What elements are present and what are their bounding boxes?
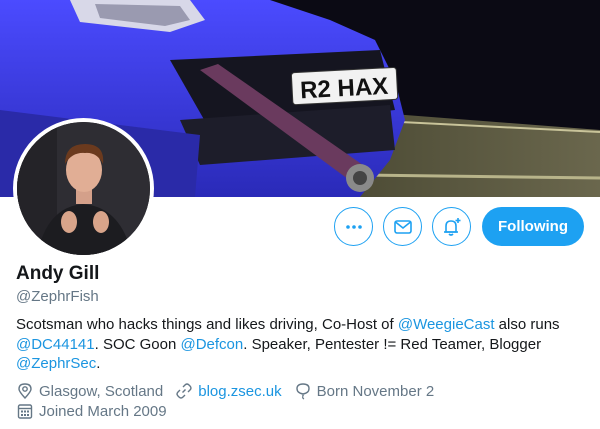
bell-plus-icon	[443, 217, 460, 236]
profile-meta-row: Joined March 2009	[16, 402, 179, 420]
birthday-text: Born November 2	[316, 382, 435, 400]
link-icon	[176, 383, 192, 399]
location-pin-icon	[18, 383, 32, 400]
location-text: Glasgow, Scotland	[39, 382, 164, 400]
joined-item: Joined March 2009	[16, 402, 167, 420]
profile-handle: @ZephrFish	[16, 288, 99, 305]
joined-text: Joined March 2009	[39, 402, 167, 420]
profile-name: Andy Gill	[16, 263, 100, 284]
notifications-button[interactable]	[432, 207, 471, 246]
birthday-item: Born November 2	[294, 382, 435, 400]
calendar-icon	[17, 404, 33, 419]
bio-text: . SOC Goon	[94, 335, 181, 353]
number-plate-text: R2 HAX	[300, 73, 389, 105]
mention-link-weegiecast[interactable]: @WeegieCast	[398, 316, 495, 333]
website-link[interactable]: blog.zsec.uk	[198, 383, 281, 400]
mention-link-defcon[interactable]: @Defcon	[180, 336, 243, 353]
message-button[interactable]	[383, 207, 422, 246]
bio-text: also runs	[494, 316, 560, 333]
mention-link-dc44141[interactable]: @DC44141	[16, 336, 95, 353]
profile-bio: Scotsman who hacks things and likes driv…	[16, 315, 586, 374]
envelope-icon	[393, 219, 412, 234]
profile-meta-row: Glasgow, Scotland blog.zsec.uk Born Nove…	[16, 382, 446, 400]
more-dots-icon	[345, 224, 362, 229]
bio-text: . Speaker, Pentester != Red Teamer, Blog…	[243, 335, 542, 353]
location-item: Glasgow, Scotland	[16, 382, 163, 400]
bio-text: Scotsman who hacks things and likes driv…	[16, 316, 398, 333]
more-options-button[interactable]	[334, 207, 373, 246]
following-button[interactable]: Following	[482, 207, 584, 246]
website-item[interactable]: blog.zsec.uk	[175, 382, 282, 400]
balloon-icon	[295, 383, 310, 400]
mention-link-zephrsec[interactable]: @ZephrSec	[16, 355, 96, 372]
bio-text: .	[96, 355, 101, 372]
